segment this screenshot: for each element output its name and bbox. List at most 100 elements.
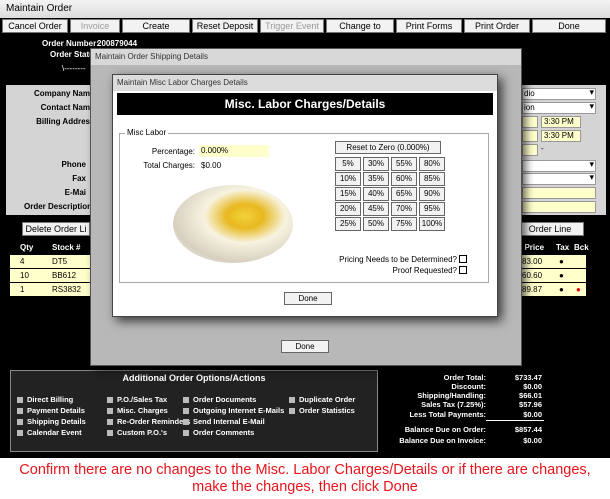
order-statistics-option[interactable]: Order Statistics [289,406,355,415]
pct-30-button[interactable]: 30% [363,157,389,171]
duplicate-order-option[interactable]: Duplicate Order [289,395,355,404]
dash-text: - [541,144,544,153]
order-number-label: Order Number: [42,39,99,48]
shipping-done-button[interactable]: Done [281,340,329,353]
pct-20-button[interactable]: 20% [335,202,361,216]
labor-done-button[interactable]: Done [284,292,332,305]
tax-dot-icon: ● [559,271,564,280]
order-description-field[interactable] [522,201,596,213]
right-dropdown-3[interactable] [522,159,596,172]
order-documents-option[interactable]: Order Documents [183,395,256,404]
right-dropdown-1[interactable]: dio [522,87,596,100]
pct-25-button[interactable]: 25% [335,217,361,231]
delete-order-line-button[interactable]: Delete Order Li [22,222,90,236]
reset-deposit-button[interactable]: Reset Deposit [192,19,258,33]
outgoing-emails-option[interactable]: Outgoing Internet E-Mails [183,406,284,415]
contact-name-label: Contact Nam [40,103,90,112]
direct-billing-option[interactable]: Direct Billing [17,395,73,404]
pct-40-button[interactable]: 40% [363,187,389,201]
date-field-1[interactable] [522,116,538,128]
labor-dialog-title: Maintain Misc Labor Charges Details [113,75,497,91]
payments-value: $0.00 [523,410,542,419]
discount-value: $0.00 [523,382,542,391]
pct-70-button[interactable]: 70% [391,202,417,216]
pct-80-button[interactable]: 80% [419,157,445,171]
add-order-line-button[interactable]: Order Line [516,222,584,236]
window-title: Maintain Order [0,0,610,18]
pct-60-button[interactable]: 60% [391,172,417,186]
email-label: E-Mai [64,188,86,197]
misc-charges-option[interactable]: Misc. Charges [107,406,168,415]
shipping-dialog-title: Maintain Order Shipping Details [91,49,521,65]
print-order-button[interactable]: Print Order [464,19,530,33]
pct-10-button[interactable]: 10% [335,172,361,186]
pct-65-button[interactable]: 65% [391,187,417,201]
payment-details-option[interactable]: Payment Details [17,406,85,415]
trigger-event-button[interactable]: Trigger Event [260,19,324,33]
done-button[interactable]: Done [532,19,606,33]
pct-75-button[interactable]: 75% [391,217,417,231]
pct-50-button[interactable]: 50% [363,217,389,231]
reorder-reminders-option[interactable]: Re-Order Reminders [107,417,190,426]
order-comments-option[interactable]: Order Comments [183,428,254,437]
pricing-question-label: Pricing Needs to be Determined? [339,255,457,264]
custom-pos-option[interactable]: Custom P.O.'s [107,428,167,437]
total-charges-value: $0.00 [201,161,222,170]
price-cell: 83.00 [522,257,543,266]
po-sales-tax-option[interactable]: P.O./Sales Tax [107,395,167,404]
row-selector-icon: ▶ [2,257,9,266]
shipping-details-option[interactable]: Shipping Details [17,417,86,426]
pricing-checkbox[interactable] [459,255,467,263]
right-dropdown-4[interactable] [522,172,596,185]
reset-to-zero-button[interactable]: Reset to Zero (0.000%) [335,141,441,154]
discount-label: Discount: [451,382,486,391]
invoice-button[interactable]: Invoice [70,19,120,33]
total-charges-label: Total Charges: [143,161,195,170]
date-field-2[interactable] [522,130,538,142]
pct-5-button[interactable]: 5% [335,157,361,171]
pct-100-button[interactable]: 100% [419,217,445,231]
shipping-label: Shipping/Handling: [417,391,486,400]
percentage-field[interactable]: 0.000% [199,145,269,157]
pct-35-button[interactable]: 35% [363,172,389,186]
proof-checkbox[interactable] [459,266,467,274]
fax-label: Fax [72,174,86,183]
toolbar: Cancel Order Invoice Create Customer Res… [0,18,610,43]
decorative-graphic [173,185,293,263]
change-to-quote-button[interactable]: Change to Quote [326,19,394,43]
date-field-3[interactable] [522,144,538,156]
pct-95-button[interactable]: 95% [419,202,445,216]
email-field[interactable] [522,187,596,199]
instruction-caption: Confirm there are no changes to the Misc… [19,462,591,495]
calendar-event-option[interactable]: Calendar Event [17,428,82,437]
pct-85-button[interactable]: 85% [419,172,445,186]
options-heading: Additional Order Options/Actions [122,373,266,383]
cancel-order-button[interactable]: Cancel Order [2,19,68,33]
sales-tax-value: $57.96 [519,400,542,409]
misc-labor-group-label: Misc Labor [125,128,169,137]
tax-header: Tax [556,243,570,252]
create-customer-button[interactable]: Create Customer [122,19,190,43]
bck-header: Bck [574,243,589,252]
tax-dot-icon: ● [559,257,564,266]
pct-55-button[interactable]: 55% [391,157,417,171]
right-dropdown-2[interactable]: ion [522,101,596,114]
time-field-2[interactable]: 3:30 PM [541,130,581,142]
print-forms-button[interactable]: Print Forms [396,19,462,33]
stock-header: Stock # [52,243,81,252]
misc-labor-dialog: Maintain Misc Labor Charges Details Misc… [112,74,498,317]
pct-45-button[interactable]: 45% [363,202,389,216]
send-internal-email-option[interactable]: Send Internal E-Mail [183,417,265,426]
order-total-value: $733.47 [514,373,542,382]
pct-15-button[interactable]: 15% [335,187,361,201]
billing-address-label: Billing Addres [36,117,90,126]
stock-cell: RS3832 [52,285,81,294]
order-total-label: Order Total: [443,373,486,382]
qty-header: Qty [20,243,34,252]
shipping-value: $66.01 [519,391,542,400]
balance-invoice-value: $0.00 [523,436,542,445]
order-number-value: 200879044 [97,39,138,48]
payments-label: Less Total Payments: [409,410,486,419]
time-field-1[interactable]: 3:30 PM [541,116,581,128]
pct-90-button[interactable]: 90% [419,187,445,201]
